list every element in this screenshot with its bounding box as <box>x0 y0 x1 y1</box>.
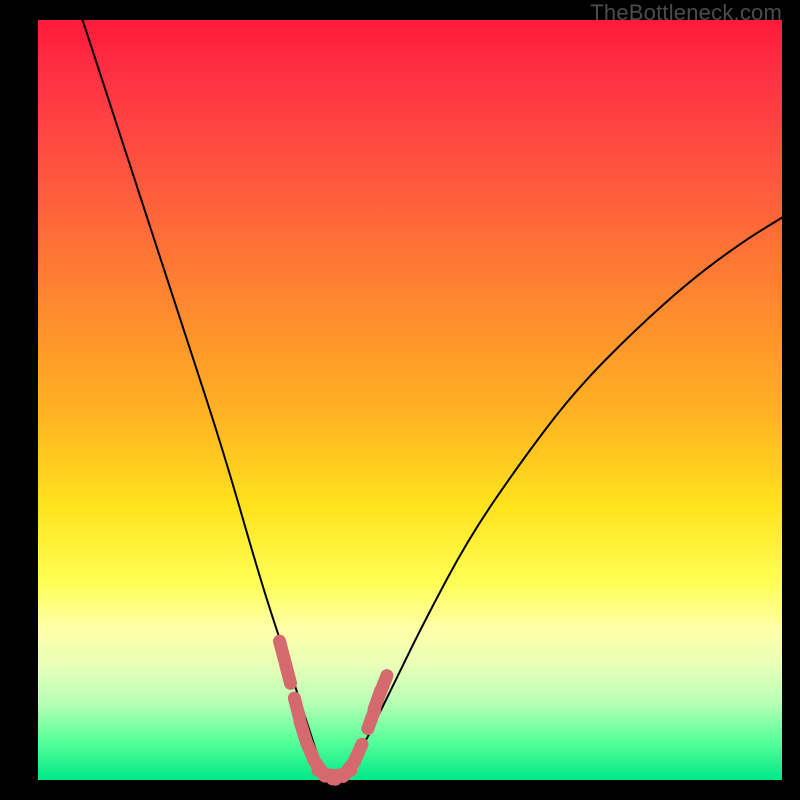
curve-markers <box>280 641 387 779</box>
plot-area <box>38 20 782 780</box>
bottleneck-curve-path <box>83 20 782 776</box>
curve-marker <box>354 744 362 762</box>
curve-marker <box>286 664 291 683</box>
curve-marker <box>380 676 387 695</box>
chart-frame: TheBottleneck.com <box>0 0 800 800</box>
watermark-text: TheBottleneck.com <box>590 0 782 26</box>
curve-svg <box>38 20 782 780</box>
curve-marker <box>294 698 299 717</box>
curve-marker <box>280 641 285 660</box>
